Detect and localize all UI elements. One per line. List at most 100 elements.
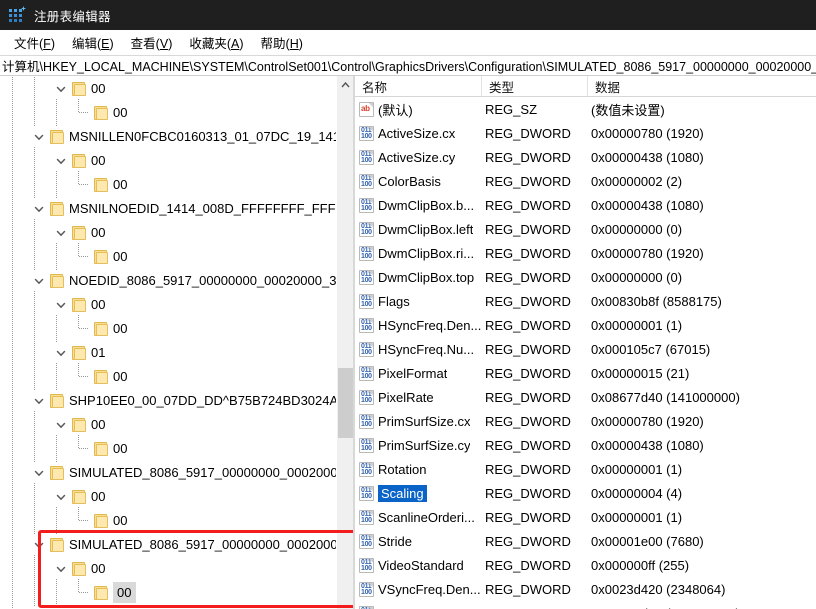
folder-icon	[50, 394, 65, 408]
value-row[interactable]: 011100DwmClipBox.topREG_DWORD0x00000000 …	[355, 265, 816, 289]
menu-file[interactable]: 文件(F)	[6, 30, 64, 55]
tree-item[interactable]: MSNILNOEDID_1414_008D_FFFFFFFF_FFFFFFFF_…	[0, 197, 353, 221]
tree-item[interactable]: 00	[0, 437, 353, 461]
column-header-name[interactable]: 名称	[355, 76, 482, 96]
tree-item[interactable]: 00	[0, 365, 353, 389]
column-header-data[interactable]: 数据	[588, 76, 816, 96]
title-bar: 注册表编辑器	[0, 0, 816, 30]
column-header-type[interactable]: 类型	[482, 76, 588, 96]
tree-item[interactable]: 00	[0, 413, 353, 437]
chevron-down-icon[interactable]	[32, 466, 46, 480]
value-row[interactable]: 011100DwmClipBox.ri...REG_DWORD0x0000078…	[355, 241, 816, 265]
tree-item[interactable]: 00	[0, 557, 353, 581]
tree-item[interactable]: 00	[0, 509, 353, 533]
chevron-down-icon[interactable]	[54, 226, 68, 240]
menu-favorites-text: 收藏夹(	[189, 37, 231, 51]
value-row[interactable]: 011100RotationREG_DWORD0x00000001 (1)	[355, 457, 816, 481]
value-data: 0x08677d40 (141000000)	[588, 390, 816, 405]
value-row[interactable]: 011100DwmClipBox.b...REG_DWORD0x00000438…	[355, 193, 816, 217]
tree-scroll-thumb[interactable]	[338, 368, 353, 438]
chevron-down-icon[interactable]	[54, 490, 68, 504]
chevron-down-icon[interactable]	[54, 298, 68, 312]
value-data: 0x00000000 (0)	[588, 270, 816, 285]
menu-view-tail: )	[168, 37, 172, 51]
value-row[interactable]: 011100FlagsREG_DWORD0x00830b8f (8588175)	[355, 289, 816, 313]
reg-dword-icon: 011100	[359, 486, 374, 501]
value-row[interactable]: 011100PrimSurfSize.cyREG_DWORD0x00000438…	[355, 433, 816, 457]
tree-item[interactable]: 01	[0, 341, 353, 365]
menu-help[interactable]: 帮助(H)	[253, 30, 312, 55]
value-row[interactable]: 011100PixelRateREG_DWORD0x08677d40 (1410…	[355, 385, 816, 409]
menu-edit[interactable]: 编辑(E)	[64, 30, 123, 55]
chevron-down-icon[interactable]	[32, 394, 46, 408]
tree-item[interactable]: 00	[0, 581, 353, 605]
chevron-down-icon[interactable]	[32, 538, 46, 552]
chevron-down-icon[interactable]	[54, 82, 68, 96]
chevron-down-icon[interactable]	[54, 346, 68, 360]
value-row[interactable]: 011100StrideREG_DWORD0x00001e00 (7680)	[355, 529, 816, 553]
values-list: ab(默认)REG_SZ(数值未设置)011100ActiveSize.cxRE…	[355, 97, 816, 609]
chevron-down-icon[interactable]	[54, 418, 68, 432]
value-name: PixelFormat	[378, 366, 447, 381]
tree-item[interactable]: Connectivity	[0, 605, 353, 609]
tree-item[interactable]: MSNILLEN0FCBC0160313_01_07DC_19_1414_008	[0, 125, 353, 149]
tree-item[interactable]: NOEDID_8086_5917_00000000_00020000_36E1B	[0, 269, 353, 293]
tree-item-label: 00	[91, 485, 105, 509]
value-name-cell: 011100DwmClipBox.b...	[355, 198, 482, 213]
value-name-cell: ab(默认)	[355, 100, 482, 119]
menu-view[interactable]: 查看(V)	[123, 30, 182, 55]
tree-item[interactable]: 00	[0, 101, 353, 125]
reg-dword-icon: 011100	[359, 246, 374, 261]
value-row[interactable]: 011100DwmClipBox.leftREG_DWORD0x00000000…	[355, 217, 816, 241]
chevron-down-icon[interactable]	[32, 130, 46, 144]
folder-icon	[72, 562, 87, 576]
value-row[interactable]: 011100PrimSurfSize.cxREG_DWORD0x00000780…	[355, 409, 816, 433]
value-row[interactable]: 011100ColorBasisREG_DWORD0x00000002 (2)	[355, 169, 816, 193]
value-row[interactable]: 011100HSyncFreq.Den...REG_DWORD0x0000000…	[355, 313, 816, 337]
tree-item[interactable]: SIMULATED_8086_5917_00000000_00020000_36	[0, 461, 353, 485]
value-row[interactable]: 011100VSyncFreq.Den...REG_DWORD0x0023d42…	[355, 577, 816, 601]
tree-item[interactable]: 00	[0, 221, 353, 245]
folder-icon	[94, 442, 109, 456]
value-name-cell: 011100VSyncFreq.Nu...	[355, 606, 482, 609]
tree-scrollbar[interactable]	[336, 76, 353, 609]
folder-icon	[94, 370, 109, 384]
value-row[interactable]: 011100VSyncFreq.Nu...REG_DWORD0x08677d40…	[355, 601, 816, 609]
tree-item[interactable]: 00	[0, 293, 353, 317]
reg-dword-icon: 011100	[359, 414, 374, 429]
value-row[interactable]: 011100ActiveSize.cyREG_DWORD0x00000438 (…	[355, 145, 816, 169]
chevron-down-icon[interactable]	[54, 154, 68, 168]
tree-item[interactable]: 00	[0, 245, 353, 269]
tree-item[interactable]: 00	[0, 485, 353, 509]
value-row[interactable]: ab(默认)REG_SZ(数值未设置)	[355, 97, 816, 121]
tree-item[interactable]: 00	[0, 173, 353, 197]
tree-item[interactable]: 00	[0, 149, 353, 173]
tree-item[interactable]: 00	[0, 77, 353, 101]
value-row[interactable]: 011100HSyncFreq.Nu...REG_DWORD0x000105c7…	[355, 337, 816, 361]
tree-item-label: 00	[113, 437, 127, 461]
value-row[interactable]: 011100ScanlineOrderi...REG_DWORD0x000000…	[355, 505, 816, 529]
value-name-cell: 011100Scaling	[355, 485, 482, 502]
value-row[interactable]: 011100ScalingREG_DWORD0x00000004 (4)	[355, 481, 816, 505]
folder-icon	[94, 178, 109, 192]
value-name-cell: 011100PrimSurfSize.cy	[355, 438, 482, 453]
chevron-down-icon[interactable]	[32, 274, 46, 288]
value-name: Rotation	[378, 462, 426, 477]
value-row[interactable]: 011100PixelFormatREG_DWORD0x00000015 (21…	[355, 361, 816, 385]
value-row[interactable]: 011100ActiveSize.cxREG_DWORD0x00000780 (…	[355, 121, 816, 145]
value-name: ActiveSize.cy	[378, 150, 455, 165]
value-type: REG_DWORD	[482, 126, 588, 141]
value-type: REG_DWORD	[482, 558, 588, 573]
chevron-down-icon[interactable]	[32, 202, 46, 216]
tree-item-label: 00	[113, 365, 127, 389]
value-name-cell: 011100VideoStandard	[355, 558, 482, 573]
chevron-down-icon[interactable]	[54, 562, 68, 576]
address-bar[interactable]: 计算机\HKEY_LOCAL_MACHINE\SYSTEM\ControlSet…	[0, 55, 816, 76]
tree-item-label: 00	[113, 509, 127, 533]
tree-item[interactable]: SHP10EE0_00_07DD_DD^B75B724BD3024ACA8D	[0, 389, 353, 413]
tree-item[interactable]: 00	[0, 317, 353, 341]
menu-favorites[interactable]: 收藏夹(A)	[181, 30, 252, 55]
scroll-up-arrow[interactable]	[337, 76, 353, 93]
tree-item[interactable]: SIMULATED_8086_5917_00000000_00020000_40	[0, 533, 353, 557]
value-row[interactable]: 011100VideoStandardREG_DWORD0x000000ff (…	[355, 553, 816, 577]
